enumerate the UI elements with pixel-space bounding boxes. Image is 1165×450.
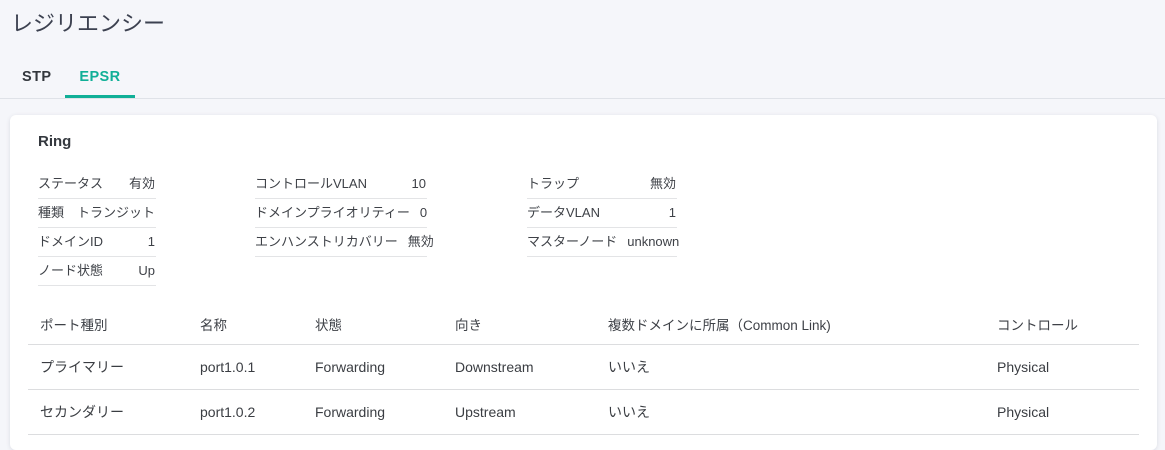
field-value: 1 bbox=[148, 235, 155, 249]
ring-fields-column-1: ステータス 有効 種類 トランジット ドメインID 1 ノード状態 Up bbox=[38, 170, 156, 286]
field-label: ドメインID bbox=[38, 235, 103, 249]
field-domain-priority: ドメインプライオリティー 0 bbox=[255, 199, 427, 228]
column-header-direction: 向き bbox=[443, 303, 596, 345]
table-header-row: ポート種別 名称 状態 向き 複数ドメインに所属（Common Link) コン… bbox=[28, 303, 1139, 345]
field-label: データVLAN bbox=[527, 206, 600, 220]
column-header-control: コントロール bbox=[985, 303, 1139, 345]
field-value: 無効 bbox=[408, 235, 434, 249]
field-control-vlan: コントロールVLAN 10 bbox=[255, 170, 427, 199]
table-row: プライマリー port1.0.1 Forwarding Downstream い… bbox=[28, 345, 1139, 390]
tab-stp[interactable]: STP bbox=[8, 57, 65, 98]
ring-fields: ステータス 有効 種類 トランジット ドメインID 1 ノード状態 Up コント… bbox=[38, 170, 1139, 286]
table-row: セカンダリー port1.0.2 Forwarding Upstream いいえ… bbox=[28, 390, 1139, 435]
field-value: Up bbox=[138, 264, 155, 278]
field-domain-id: ドメインID 1 bbox=[38, 228, 156, 257]
field-label: 種類 bbox=[38, 206, 64, 220]
cell-common-link: いいえ bbox=[596, 390, 985, 435]
cell-control: Physical bbox=[985, 345, 1139, 390]
field-data-vlan: データVLAN 1 bbox=[527, 199, 677, 228]
cell-name: port1.0.1 bbox=[188, 345, 303, 390]
cell-port-type: プライマリー bbox=[28, 345, 188, 390]
field-status: ステータス 有効 bbox=[38, 170, 156, 199]
tab-bar: STP EPSR bbox=[0, 57, 1165, 99]
cell-common-link: いいえ bbox=[596, 345, 985, 390]
column-header-name: 名称 bbox=[188, 303, 303, 345]
field-trap: トラップ 無効 bbox=[527, 170, 677, 199]
field-value: トランジット bbox=[77, 206, 155, 220]
cell-name: port1.0.2 bbox=[188, 390, 303, 435]
epsr-ring-card: Ring ステータス 有効 種類 トランジット ドメインID 1 ノード状態 U… bbox=[10, 115, 1157, 450]
cell-state: Forwarding bbox=[303, 345, 443, 390]
field-type: 種類 トランジット bbox=[38, 199, 156, 228]
field-label: コントロールVLAN bbox=[255, 177, 367, 191]
ring-fields-column-2: コントロールVLAN 10 ドメインプライオリティー 0 エンハンストリカバリー… bbox=[255, 170, 427, 257]
ring-section-title: Ring bbox=[38, 133, 1139, 150]
field-value: 1 bbox=[669, 206, 676, 220]
field-master-node: マスターノード unknown bbox=[527, 228, 677, 257]
field-label: ドメインプライオリティー bbox=[255, 206, 410, 220]
ring-fields-column-3: トラップ 無効 データVLAN 1 マスターノード unknown bbox=[527, 170, 677, 257]
field-label: トラップ bbox=[527, 177, 579, 191]
cell-control: Physical bbox=[985, 390, 1139, 435]
ports-table: ポート種別 名称 状態 向き 複数ドメインに所属（Common Link) コン… bbox=[28, 303, 1139, 435]
field-label: ノード状態 bbox=[38, 264, 103, 278]
field-value: unknown bbox=[627, 235, 679, 249]
field-label: マスターノード bbox=[527, 235, 617, 249]
column-header-common-link: 複数ドメインに所属（Common Link) bbox=[596, 303, 985, 345]
field-value: 無効 bbox=[650, 177, 676, 191]
column-header-state: 状態 bbox=[303, 303, 443, 345]
page-title: レジリエンシー bbox=[0, 0, 1165, 39]
column-header-port-type: ポート種別 bbox=[28, 303, 188, 345]
field-label: ステータス bbox=[38, 177, 103, 191]
field-value: 有効 bbox=[129, 177, 155, 191]
field-value: 10 bbox=[412, 177, 426, 191]
cell-direction: Upstream bbox=[443, 390, 596, 435]
field-value: 0 bbox=[420, 206, 427, 220]
field-node-state: ノード状態 Up bbox=[38, 257, 156, 286]
field-enhanced-recovery: エンハンストリカバリー 無効 bbox=[255, 228, 427, 257]
cell-state: Forwarding bbox=[303, 390, 443, 435]
field-label: エンハンストリカバリー bbox=[255, 235, 398, 249]
tab-epsr[interactable]: EPSR bbox=[65, 57, 134, 98]
cell-direction: Downstream bbox=[443, 345, 596, 390]
cell-port-type: セカンダリー bbox=[28, 390, 188, 435]
